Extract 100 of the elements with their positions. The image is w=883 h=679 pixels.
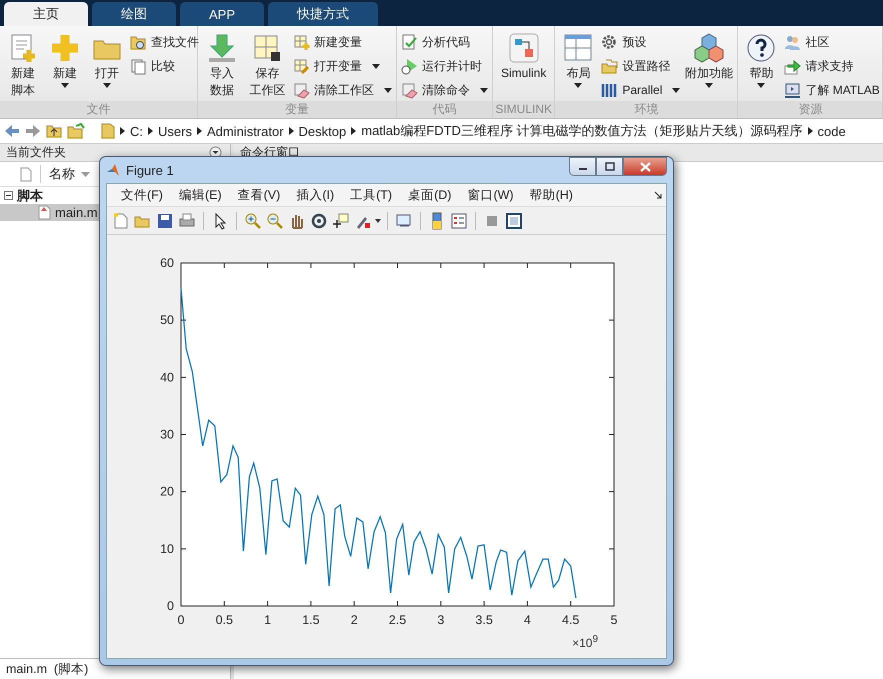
ribbon-button[interactable]: Simulink	[497, 30, 550, 83]
zoom-in-icon	[244, 212, 262, 230]
breadcrumb[interactable]: C:	[130, 124, 143, 138]
ribbon-button[interactable]: Parallel	[601, 80, 680, 100]
new-file-icon	[112, 212, 130, 230]
breadcrumb-arrow-icon	[808, 127, 813, 135]
window-icon	[505, 212, 523, 230]
close-icon	[640, 162, 650, 172]
eraser-icon	[293, 82, 310, 98]
tick-label: 5	[610, 613, 618, 627]
arrow-icon	[784, 58, 802, 74]
ribbon-button[interactable]: 比较	[130, 56, 199, 76]
tick-label: 10	[160, 542, 174, 556]
ribbon-button[interactable]: 打开变量	[293, 56, 392, 76]
matlab-logo-icon	[106, 163, 120, 177]
toolbar-button[interactable]	[331, 210, 351, 230]
dock-arrow-icon[interactable]	[654, 191, 662, 199]
block-diagram-icon	[508, 32, 540, 64]
document-icon	[20, 166, 32, 182]
ribbon-button[interactable]: 保存 工作区	[246, 30, 289, 100]
ribbon-button[interactable]: 清除命令	[401, 80, 488, 100]
breadcrumb[interactable]: code	[818, 124, 846, 138]
print-icon	[178, 212, 196, 230]
ribbon-button[interactable]: 新建变量	[293, 32, 392, 52]
tree-group[interactable]: 脚本	[17, 186, 43, 204]
tick-label: 0	[178, 613, 184, 627]
maximize-button[interactable]	[596, 157, 623, 176]
ribbon-button[interactable]: 新建 脚本	[4, 30, 42, 100]
tick-label: 1	[264, 613, 272, 627]
column-header[interactable]: 名称	[40, 165, 90, 183]
documents-icon	[130, 58, 147, 74]
breadcrumb-arrow-icon	[196, 127, 202, 135]
ribbon-button[interactable]: 清除工作区	[293, 80, 392, 100]
gear-icon	[601, 34, 618, 50]
group-label: 环境	[555, 101, 738, 118]
breadcrumb[interactable]: Administrator	[206, 124, 284, 138]
bars-icon	[601, 82, 618, 98]
ribbon-button[interactable]: 查找文件	[130, 32, 199, 52]
close-button[interactable]	[623, 157, 667, 176]
forward-arrow-icon[interactable]	[25, 124, 41, 138]
menu-item[interactable]: 编辑(E)	[170, 186, 230, 204]
caret-icon[interactable]	[375, 218, 381, 222]
axis-multiplier: ×10$^{9}$	[572, 634, 598, 650]
menu-item[interactable]: 查看(V)	[230, 186, 288, 204]
menu-item[interactable]: 窗口(W)	[459, 186, 522, 204]
tick-label: 3.5	[475, 613, 493, 627]
menu-item[interactable]: 桌面(D)	[400, 186, 460, 204]
people-icon	[784, 34, 802, 50]
tick-label: 20	[160, 484, 174, 499]
plus-icon	[49, 32, 81, 64]
ribbon-button[interactable]: 预设	[601, 32, 680, 52]
sort-caret-icon	[81, 172, 90, 176]
ribbon-button[interactable]: 了解 MATLAB	[784, 80, 880, 100]
ribbon-button[interactable]: 运行并计时	[401, 56, 488, 76]
monitor-icon	[784, 82, 802, 98]
ribbon-button[interactable]: 设置路径	[601, 56, 680, 76]
ribbon-button[interactable]: 新建	[46, 30, 84, 90]
folder-browse-icon[interactable]	[67, 123, 85, 139]
tick-label: 60	[160, 256, 174, 270]
ribbon-button[interactable]: 分析代码	[401, 32, 488, 52]
group-label: SIMULINK	[493, 101, 554, 118]
tick-label: 0.5	[216, 613, 233, 627]
ribbon-button[interactable]: 导入 数据	[202, 30, 242, 100]
ribbon-tab[interactable]: APP	[180, 2, 264, 26]
legend-icon	[450, 212, 468, 230]
grid-plus-icon	[293, 34, 310, 50]
toolbar-button[interactable]	[504, 210, 524, 230]
breadcrumb[interactable]: matlab编程FDTD三维程序 计算电磁学的数值方法（矩形贴片天线）源码程序	[361, 122, 803, 140]
toolbar-button[interactable]	[449, 210, 469, 230]
menu-item[interactable]: 插入(I)	[288, 186, 342, 204]
ribbon-tab[interactable]: 主页	[4, 2, 88, 26]
folders-icon	[601, 58, 618, 74]
ribbon-tab[interactable]: 绘图	[92, 2, 176, 26]
group-label: 变量	[198, 101, 396, 118]
ribbon-tab[interactable]: 快捷方式	[268, 2, 378, 26]
zoom-out-icon	[266, 212, 284, 230]
folder-search-icon	[130, 34, 147, 50]
breadcrumb[interactable]: Users	[158, 124, 192, 138]
tick-label: 2	[350, 613, 358, 627]
ribbon-button[interactable]: 社区	[784, 32, 880, 52]
ribbon-button[interactable]: 请求支持	[784, 56, 880, 76]
toolbar-button[interactable]	[243, 210, 263, 230]
collapse-icon[interactable]	[4, 191, 13, 200]
data-cursor-icon	[332, 212, 350, 230]
ribbon-button[interactable]: 附加功能	[684, 30, 734, 90]
menu-item[interactable]: 文件(F)	[113, 186, 171, 204]
menu-item[interactable]: 帮助(H)	[522, 186, 581, 204]
ribbon-button[interactable]: 帮助	[742, 30, 780, 90]
ribbon-button[interactable]: 布局	[559, 30, 598, 90]
script-file-icon	[38, 205, 51, 220]
minimize-button[interactable]	[569, 157, 596, 176]
menu-item[interactable]: 工具(T)	[342, 186, 400, 204]
back-arrow-icon[interactable]	[4, 124, 20, 138]
rotate-icon	[310, 212, 328, 230]
tick-label: 4	[524, 613, 531, 627]
tick-label: 2.5	[388, 613, 406, 627]
breadcrumb[interactable]: Desktop	[298, 124, 346, 138]
tick-label: 0	[167, 599, 174, 613]
ribbon-button[interactable]: 打开	[88, 30, 126, 90]
folder-up-icon[interactable]	[46, 124, 62, 138]
